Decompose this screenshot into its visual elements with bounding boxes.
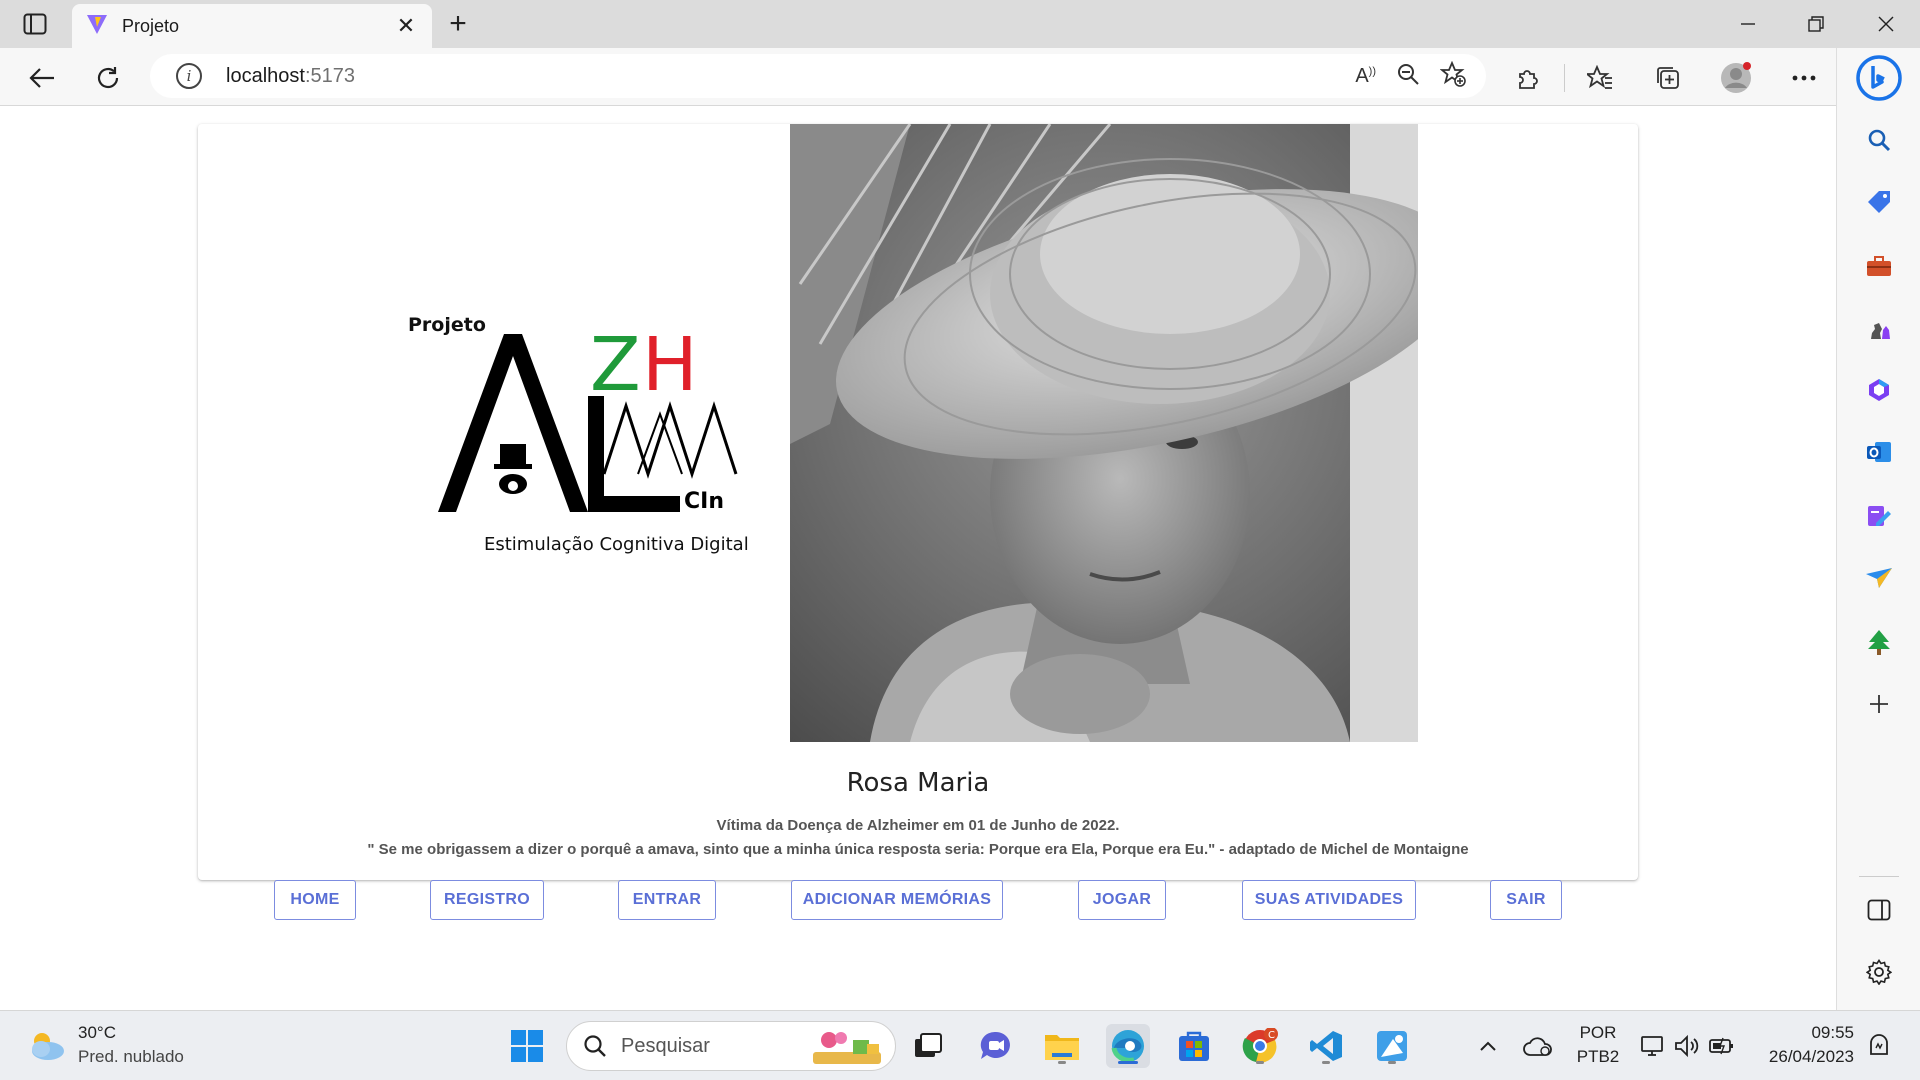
hide-sidebar-icon[interactable] [1861, 892, 1897, 928]
running-indicator [1388, 1061, 1396, 1064]
tab-actions-icon[interactable] [20, 10, 50, 38]
running-indicator-active [1118, 1061, 1138, 1064]
logo-letter-z: Z [590, 324, 641, 408]
site-info-icon[interactable]: i [176, 63, 202, 89]
teams-chat-icon[interactable] [974, 1024, 1018, 1068]
outlook-icon[interactable] [1861, 434, 1897, 470]
toolbar-divider [1564, 64, 1565, 92]
browser-toolbar: i localhost:5173 A)) [0, 48, 1920, 106]
task-view-icon[interactable] [906, 1024, 950, 1068]
weather-widget[interactable]: 30°C Pred. nublado [26, 1021, 184, 1069]
reload-icon[interactable] [88, 58, 128, 98]
logo-cin: CIn [684, 489, 724, 514]
edge-browser-icon[interactable] [1106, 1024, 1150, 1068]
alzhamma-logo: Projeto Z H CIn Estimulação Cognitiva Di… [408, 314, 768, 555]
address-port: :5173 [304, 64, 355, 87]
edge-sidebar [1836, 48, 1920, 1010]
cloud-weather-icon [32, 1033, 64, 1060]
microsoft-store-icon[interactable] [1172, 1024, 1216, 1068]
search-highlight-icon [813, 1032, 881, 1064]
zoom-out-icon[interactable] [1396, 62, 1420, 91]
notifications-icon[interactable] [1862, 1024, 1896, 1068]
nav-sair-button[interactable]: SAIR [1490, 880, 1562, 920]
system-clock[interactable]: 09:55 26/04/2023 [1756, 1021, 1854, 1069]
nav-adicionar-memorias-button[interactable]: ADICIONAR MEMÓRIAS [791, 880, 1003, 920]
nav-entrar-button[interactable]: ENTRAR [618, 880, 716, 920]
vscode-icon[interactable] [1304, 1024, 1348, 1068]
add-favorite-icon[interactable] [1439, 60, 1466, 92]
new-tab-icon[interactable]: + [442, 7, 474, 40]
close-window-icon[interactable] [1858, 6, 1914, 42]
volume-speaker-icon[interactable] [1670, 1024, 1704, 1068]
weather-temp: 30°C [78, 1023, 116, 1042]
language-indicator[interactable]: POR PTB2 [1574, 1021, 1622, 1069]
tab-title: Projeto [122, 15, 180, 36]
logo-mark: Z H CIn [438, 324, 738, 514]
browser-tab[interactable]: Projeto ✕ [72, 4, 432, 48]
bing-chat-icon[interactable] [1855, 54, 1903, 102]
memorial-card: Projeto Z H CIn Estimulação Cognitiva Di… [198, 124, 1638, 880]
search-placeholder: Pesquisar [621, 1034, 710, 1057]
page-viewport: Projeto Z H CIn Estimulação Cognitiva Di… [0, 106, 1836, 1010]
games-chess-icon[interactable] [1861, 310, 1897, 346]
running-indicator [1058, 1061, 1066, 1064]
running-indicator [1322, 1061, 1330, 1064]
search-icon[interactable] [1861, 122, 1897, 158]
vite-favicon-icon [86, 13, 108, 40]
page-nav: HOME REGISTRO ENTRAR ADICIONAR MEMÓRIAS … [198, 880, 1638, 924]
nav-suas-atividades-button[interactable]: SUAS ATIVIDADES [1242, 880, 1416, 920]
nav-jogar-button[interactable]: JOGAR [1078, 880, 1166, 920]
minimize-icon[interactable] [1720, 6, 1776, 42]
chrome-badge: C [1268, 1030, 1275, 1041]
address-host: localhost [226, 64, 305, 87]
logo-letter-h: H [642, 324, 698, 408]
paint-app-icon[interactable] [1370, 1024, 1414, 1068]
tab-strip: Projeto ✕ + [0, 0, 1920, 48]
keyboard-layout: PTB2 [1576, 1047, 1620, 1066]
clock-date: 26/04/2023 [1768, 1047, 1854, 1066]
language-code: POR [1579, 1023, 1617, 1042]
sidebar-settings-gear-icon[interactable] [1861, 954, 1897, 990]
network-icon[interactable] [1636, 1024, 1670, 1068]
battery-icon[interactable] [1704, 1024, 1740, 1068]
tree-icon[interactable] [1861, 624, 1897, 660]
sidebar-divider [1859, 876, 1899, 877]
weather-desc: Pred. nublado [78, 1047, 184, 1066]
close-tab-icon[interactable]: ✕ [394, 13, 418, 39]
memorial-text: Vítima da Doença de Alzheimer em 01 de J… [198, 814, 1638, 862]
more-options-icon[interactable] [1788, 62, 1820, 94]
favorites-icon[interactable] [1584, 62, 1616, 94]
person-name: Rosa Maria [846, 768, 990, 798]
start-windows-icon[interactable] [505, 1024, 549, 1068]
logo-subtitle: Estimulação Cognitiva Digital [484, 534, 749, 555]
back-icon[interactable] [22, 58, 62, 98]
taskbar-search[interactable]: Pesquisar [566, 1021, 896, 1071]
memorial-line-date: Vítima da Doença de Alzheimer em 01 de J… [716, 817, 1120, 834]
windows-taskbar: 30°C Pred. nublado Pesquisar C POR PTB2 … [0, 1010, 1920, 1080]
microsoft-365-icon[interactable] [1861, 372, 1897, 408]
memorial-quote: " Se me obrigassem a dizer o porquê a am… [367, 841, 1469, 858]
memorial-photo [790, 124, 1418, 742]
tools-toolbox-icon[interactable] [1861, 248, 1897, 284]
search-icon [584, 1035, 606, 1057]
add-sidebar-app-icon[interactable] [1861, 686, 1897, 722]
running-indicator [1256, 1061, 1264, 1064]
extensions-icon[interactable] [1512, 62, 1544, 94]
chrome-icon[interactable]: C [1238, 1024, 1282, 1068]
address-bar[interactable]: i localhost:5173 A)) [150, 54, 1486, 98]
onedrive-cloud-icon[interactable] [1518, 1024, 1558, 1068]
restore-icon[interactable] [1788, 6, 1844, 42]
file-explorer-icon[interactable] [1040, 1024, 1084, 1068]
shopping-tag-icon[interactable] [1861, 184, 1897, 220]
send-drop-icon[interactable] [1861, 560, 1897, 596]
clock-time: 09:55 [1811, 1023, 1854, 1042]
collections-icon[interactable] [1652, 62, 1684, 94]
read-aloud-icon[interactable]: A)) [1355, 65, 1376, 88]
designer-icon[interactable] [1861, 498, 1897, 534]
show-hidden-icons-chevron-up-icon[interactable] [1470, 1024, 1506, 1068]
nav-home-button[interactable]: HOME [274, 880, 356, 920]
nav-registro-button[interactable]: REGISTRO [430, 880, 544, 920]
profile-avatar-icon[interactable] [1720, 62, 1752, 94]
